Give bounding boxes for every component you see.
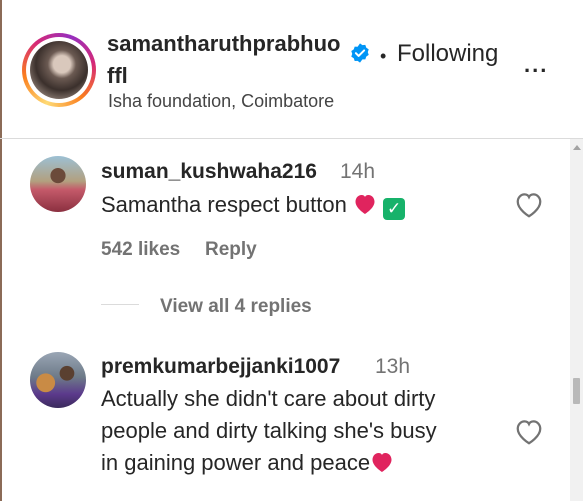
post-location[interactable]: Isha foundation, Coimbatore [108, 91, 334, 112]
avatar [30, 41, 88, 99]
more-options-button[interactable]: ... [524, 52, 548, 78]
comment-text-line: in gaining power and peace [101, 450, 371, 475]
following-button[interactable]: Following [397, 40, 498, 68]
comment-avatar[interactable] [30, 156, 86, 212]
like-heart-icon[interactable] [514, 418, 544, 446]
comment-text-body: Samantha respect button [101, 192, 347, 217]
comment-time: 14h [340, 160, 376, 183]
view-replies-button[interactable]: View all 4 replies [160, 296, 312, 318]
comment-text-line-wrap: in gaining power and peace [101, 447, 437, 479]
comment-likes[interactable]: 542 likes [101, 239, 180, 261]
reply-button[interactable]: Reply [205, 239, 257, 261]
replies-divider [101, 304, 139, 305]
like-heart-icon[interactable] [514, 191, 544, 219]
comment-text-line: people and dirty talking she's busy [101, 418, 437, 443]
comment-username[interactable]: premkumarbejjanki1007 [101, 355, 340, 379]
post-header: samantharuthprabhuoffl • Following ... I… [0, 0, 583, 139]
header-separator: • [380, 46, 387, 66]
check-mark-button-emoji: ✓ [383, 198, 406, 220]
comment-text: Samantha respect button ✓ [101, 189, 406, 221]
comment-username[interactable]: suman_kushwaha216 [101, 160, 317, 184]
comment-text: Actually she didn't care about dirty peo… [101, 383, 437, 479]
comment-time: 13h [375, 355, 411, 378]
scroll-up-arrow-icon[interactable] [573, 145, 581, 150]
post-author-username[interactable]: samantharuthprabhuoffl [107, 28, 347, 92]
red-heart-emoji [372, 453, 392, 472]
story-ring-avatar[interactable] [22, 33, 96, 107]
red-heart-emoji [355, 195, 375, 214]
scrollbar-thumb[interactable] [573, 378, 580, 404]
comment-text-line: Actually she didn't care about dirty [101, 386, 436, 411]
comment-avatar[interactable] [30, 352, 86, 408]
verified-badge-icon [351, 43, 369, 63]
comments-scrollbar[interactable] [570, 139, 583, 501]
